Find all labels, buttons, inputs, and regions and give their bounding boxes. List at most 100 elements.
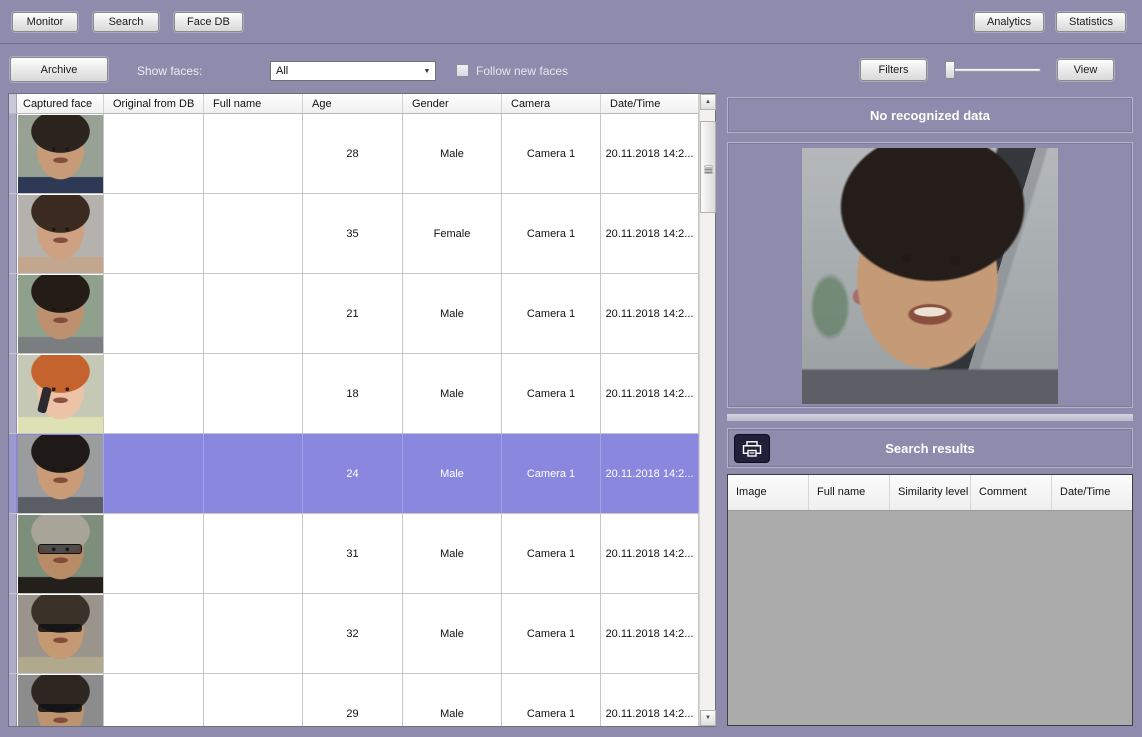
- row-header-strip: [9, 514, 17, 593]
- no-recognized-data-banner: No recognized data: [727, 97, 1133, 133]
- column-header-captured-face[interactable]: Captured face: [17, 94, 104, 113]
- arrow-down-icon[interactable]: ▼: [700, 710, 716, 726]
- row-header-strip: [9, 434, 17, 513]
- panel-splitter[interactable]: [727, 414, 1133, 421]
- monitor-button[interactable]: Monitor: [12, 11, 78, 32]
- slider-thumb[interactable]: [945, 61, 955, 79]
- column-header-original-from-db[interactable]: Original from DB: [104, 94, 204, 113]
- cell-age: 24: [303, 434, 403, 513]
- grid-vertical-scrollbar[interactable]: ▲ ▼: [699, 94, 716, 726]
- cell-full-name: [204, 434, 303, 513]
- row-header-strip: [9, 274, 17, 353]
- search-results-columns: Image Full name Similarity level Comment Dat…: [728, 475, 1132, 511]
- cell-datetime: 20.11.2018 14:2...: [601, 114, 699, 193]
- cell-original-from-db: [104, 354, 204, 433]
- results-column-header-date-time[interactable]: Date/Time: [1052, 475, 1132, 510]
- table-row[interactable]: 24 Male Camera 1 20.11.2018 14:2...: [9, 434, 699, 514]
- cell-age: 29: [303, 674, 403, 726]
- cell-age: 35: [303, 194, 403, 273]
- thumbnail-size-slider[interactable]: [941, 59, 1043, 81]
- cell-datetime: 20.11.2018 14:2...: [601, 354, 699, 433]
- cell-datetime: 20.11.2018 14:2...: [601, 594, 699, 673]
- results-column-header-full-name[interactable]: Full name: [809, 475, 890, 510]
- captured-face-thumbnail: [17, 434, 103, 513]
- cell-original-from-db: [104, 194, 204, 273]
- cell-original-from-db: [104, 274, 204, 353]
- cell-camera: Camera 1: [502, 674, 601, 726]
- column-header-age[interactable]: Age: [303, 94, 403, 113]
- cell-datetime: 20.11.2018 14:2...: [601, 674, 699, 726]
- row-header-strip: [9, 674, 17, 726]
- scrollbar-grip: [705, 166, 712, 167]
- cell-age: 31: [303, 514, 403, 593]
- cell-captured-face: [17, 434, 104, 513]
- column-header-gender[interactable]: Gender: [403, 94, 502, 113]
- results-column-header-similarity-level[interactable]: Similarity level: [890, 475, 971, 510]
- table-row[interactable]: 18 Male Camera 1 20.11.2018 14:2...: [9, 354, 699, 434]
- scrollbar-thumb[interactable]: [700, 121, 716, 213]
- cell-age: 32: [303, 594, 403, 673]
- table-row[interactable]: 31 Male Camera 1 20.11.2018 14:2...: [9, 514, 699, 594]
- search-button[interactable]: Search: [93, 11, 159, 32]
- results-column-header-comment[interactable]: Comment: [971, 475, 1052, 510]
- face-recognition-app: Monitor Search Face DB Analytics Statist…: [0, 0, 1142, 737]
- column-header-full-name[interactable]: Full name: [204, 94, 303, 113]
- cell-camera: Camera 1: [502, 114, 601, 193]
- cell-camera: Camera 1: [502, 194, 601, 273]
- table-row[interactable]: 21 Male Camera 1 20.11.2018 14:2...: [9, 274, 699, 354]
- cell-full-name: [204, 594, 303, 673]
- table-row[interactable]: 29 Male Camera 1 20.11.2018 14:2...: [9, 674, 699, 726]
- table-row[interactable]: 28 Male Camera 1 20.11.2018 14:2...: [9, 114, 699, 194]
- cell-datetime: 20.11.2018 14:2...: [601, 514, 699, 593]
- captured-face-thumbnail: [17, 514, 103, 593]
- cell-age: 28: [303, 114, 403, 193]
- analytics-button[interactable]: Analytics: [973, 11, 1044, 32]
- cell-age: 21: [303, 274, 403, 353]
- table-row[interactable]: 32 Male Camera 1 20.11.2018 14:2...: [9, 594, 699, 674]
- show-faces-dropdown[interactable]: All ▼: [270, 61, 436, 81]
- face-db-button[interactable]: Face DB: [174, 11, 243, 32]
- selected-face-photo-box: [727, 142, 1133, 408]
- table-row[interactable]: 35 Female Camera 1 20.11.2018 14:2...: [9, 194, 699, 274]
- column-header-camera[interactable]: Camera: [502, 94, 601, 113]
- view-button[interactable]: View: [1057, 59, 1114, 81]
- cell-captured-face: [17, 674, 104, 726]
- slider-groove: [945, 68, 1041, 72]
- cell-captured-face: [17, 514, 104, 593]
- statistics-button[interactable]: Statistics: [1055, 11, 1126, 32]
- selected-face-photo: [802, 148, 1058, 404]
- cell-age: 18: [303, 354, 403, 433]
- cell-gender: Female: [403, 194, 502, 273]
- filters-button[interactable]: Filters: [860, 59, 927, 81]
- chevron-down-icon: ▼: [423, 67, 431, 75]
- archive-button[interactable]: Archive: [10, 57, 108, 82]
- cell-full-name: [204, 194, 303, 273]
- cell-original-from-db: [104, 514, 204, 593]
- cell-full-name: [204, 274, 303, 353]
- cell-original-from-db: [104, 594, 204, 673]
- row-header-strip: [9, 194, 17, 273]
- row-header-strip: [9, 594, 17, 673]
- captured-faces-grid: Captured face Original from DB Full name Ag…: [8, 93, 716, 727]
- results-column-header-image[interactable]: Image: [728, 475, 809, 510]
- cell-gender: Male: [403, 594, 502, 673]
- filter-toolbar: Archive Show faces: All ▼ Follow new fac…: [0, 45, 1142, 93]
- search-results-title: Search results: [885, 440, 975, 456]
- cell-camera: Camera 1: [502, 274, 601, 353]
- cell-original-from-db: [104, 674, 204, 726]
- top-toolbar-left: Monitor Search Face DB: [12, 11, 243, 32]
- cell-camera: Camera 1: [502, 434, 601, 513]
- arrow-up-icon[interactable]: ▲: [700, 94, 716, 110]
- cell-camera: Camera 1: [502, 354, 601, 433]
- follow-new-faces-label: Follow new faces: [476, 64, 569, 78]
- row-header-strip: [9, 354, 17, 433]
- column-header-date-time[interactable]: Date/Time: [601, 94, 699, 113]
- grid-body: 28 Male Camera 1 20.11.2018 14:2... 35 Female…: [9, 114, 699, 726]
- cell-camera: Camera 1: [502, 594, 601, 673]
- cell-gender: Male: [403, 114, 502, 193]
- cell-original-from-db: [104, 114, 204, 193]
- row-header-corner: [9, 94, 17, 113]
- captured-face-thumbnail: [17, 194, 103, 273]
- follow-new-faces-checkbox[interactable]: [456, 64, 469, 77]
- print-button[interactable]: [734, 434, 770, 463]
